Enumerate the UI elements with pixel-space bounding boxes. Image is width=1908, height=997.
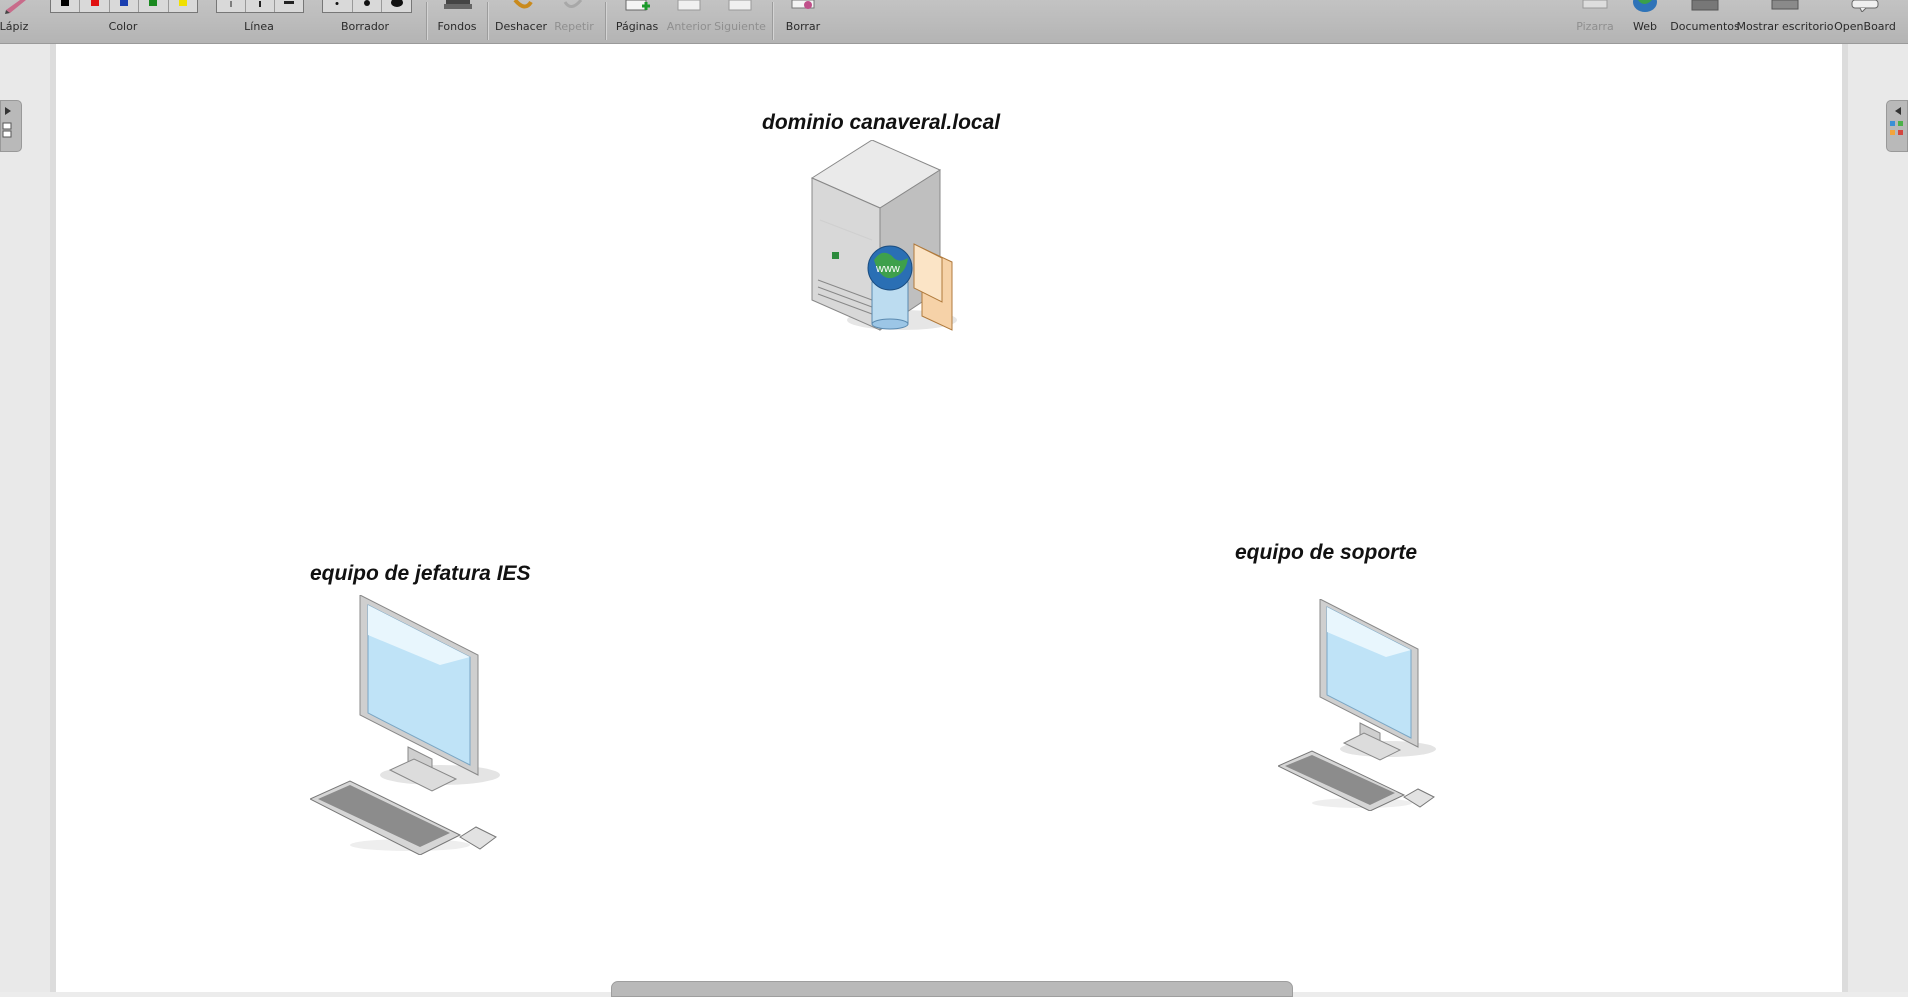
clear-button[interactable]: Borrar	[780, 0, 826, 43]
color-swatches	[50, 0, 198, 13]
line-width-selector	[216, 0, 304, 13]
web-button[interactable]: Web	[1624, 0, 1666, 43]
next-label: Siguiente	[714, 20, 766, 33]
line-medium-option[interactable]	[246, 0, 275, 12]
previous-label: Anterior	[666, 20, 712, 33]
pages-label: Páginas	[615, 20, 659, 33]
backgrounds-button[interactable]: Fondos	[434, 0, 480, 43]
right-panel-toggle[interactable]	[1886, 100, 1908, 152]
next-page-button[interactable]: Siguiente	[714, 0, 766, 43]
pen-icon	[5, 0, 26, 14]
color-swatch-green[interactable]	[139, 0, 169, 12]
color-yellow-chip	[178, 0, 187, 6]
color-swatch-yellow[interactable]	[169, 0, 197, 12]
documents-icon	[1691, 0, 1719, 11]
line-thick-option[interactable]	[275, 0, 303, 12]
eraser-small-option[interactable]	[323, 0, 353, 12]
pen-tool[interactable]: Lápiz	[0, 0, 34, 43]
color-blue-chip	[120, 0, 129, 6]
left-panel-toggle[interactable]	[0, 100, 22, 152]
color-label: Color	[108, 20, 138, 33]
desktop-computer-icon[interactable]	[1278, 599, 1448, 811]
undo-icon	[513, 0, 533, 9]
eraser-label: Borrador	[340, 20, 390, 33]
redo-icon	[563, 0, 583, 8]
line-label: Línea	[244, 20, 274, 33]
color-red-chip	[90, 0, 99, 6]
color-swatch-red[interactable]	[80, 0, 110, 12]
eraser-small-dot	[335, 2, 339, 5]
color-swatch-blue[interactable]	[110, 0, 140, 12]
color-black-chip	[61, 0, 70, 6]
right-panel-area	[1848, 44, 1908, 992]
clear-label: Borrar	[785, 20, 821, 33]
eraser-medium-option[interactable]	[353, 0, 383, 12]
undo-button[interactable]: Deshacer	[493, 0, 549, 43]
board-label: Pizarra	[1576, 20, 1614, 33]
redo-button[interactable]: Repetir	[551, 0, 597, 43]
undo-label: Deshacer	[494, 20, 548, 33]
board-mode-button[interactable]: Pizarra	[1570, 0, 1620, 43]
show-desktop-button[interactable]: Mostrar escritorio	[1736, 0, 1834, 43]
previous-page-button[interactable]: Anterior	[664, 0, 714, 43]
pages-panel-icon	[2, 107, 12, 138]
openboard-label: OpenBoard	[1834, 20, 1896, 33]
workstation-right-caption[interactable]: equipo de soporte	[1235, 541, 1417, 565]
eraser-large-option[interactable]	[382, 0, 411, 12]
openboard-menu-button[interactable]: OpenBoard	[1832, 0, 1896, 43]
documents-button[interactable]: Documentos	[1670, 0, 1740, 43]
color-green-chip	[149, 0, 158, 6]
svg-text:www: www	[875, 263, 900, 275]
pen-label: Lápiz	[0, 20, 29, 33]
whiteboard-canvas[interactable]: dominio canaveral.local www equipo de je…	[50, 44, 1848, 992]
previous-page-icon	[677, 0, 701, 11]
toolbar-separator	[487, 2, 489, 40]
eraser-medium-dot	[364, 0, 370, 6]
backgrounds-icon	[444, 0, 472, 9]
board-icon	[1582, 0, 1608, 9]
eraser-size-selector	[322, 0, 412, 13]
workstation-left-caption[interactable]: equipo de jefatura IES	[310, 562, 531, 586]
server-caption[interactable]: dominio canaveral.local	[762, 111, 1000, 135]
desktop-icon	[1771, 0, 1799, 10]
web-label: Web	[1633, 20, 1657, 33]
show-desktop-label: Mostrar escritorio	[1736, 20, 1834, 33]
toolbar-separator	[605, 2, 607, 40]
line-medium-mark	[259, 1, 261, 7]
line-thin-mark	[230, 1, 232, 7]
server-icon[interactable]: www	[802, 140, 972, 338]
documents-label: Documentos	[1670, 20, 1740, 33]
desktop-computer-icon[interactable]	[310, 595, 510, 855]
openboard-icon	[1851, 0, 1879, 12]
backgrounds-label: Fondos	[437, 20, 477, 33]
clear-page-icon	[791, 0, 815, 9]
color-swatch-black[interactable]	[51, 0, 81, 12]
main-toolbar: Lápiz Color Línea Borrador Fondos Deshac…	[0, 0, 1908, 44]
globe-icon	[1633, 0, 1657, 12]
line-thin-option[interactable]	[217, 0, 246, 12]
redo-label: Repetir	[554, 20, 594, 33]
toolbar-separator	[426, 2, 428, 40]
library-panel-icon	[1890, 107, 1903, 135]
eraser-large-dot	[390, 0, 403, 7]
toolbar-separator	[772, 2, 774, 40]
add-page-icon	[625, 0, 650, 11]
line-thick-mark	[284, 1, 294, 4]
pages-button[interactable]: Páginas	[612, 0, 662, 43]
next-page-icon	[728, 0, 752, 11]
left-panel-area	[0, 44, 50, 992]
horizontal-scrollbar-handle[interactable]	[611, 981, 1293, 997]
